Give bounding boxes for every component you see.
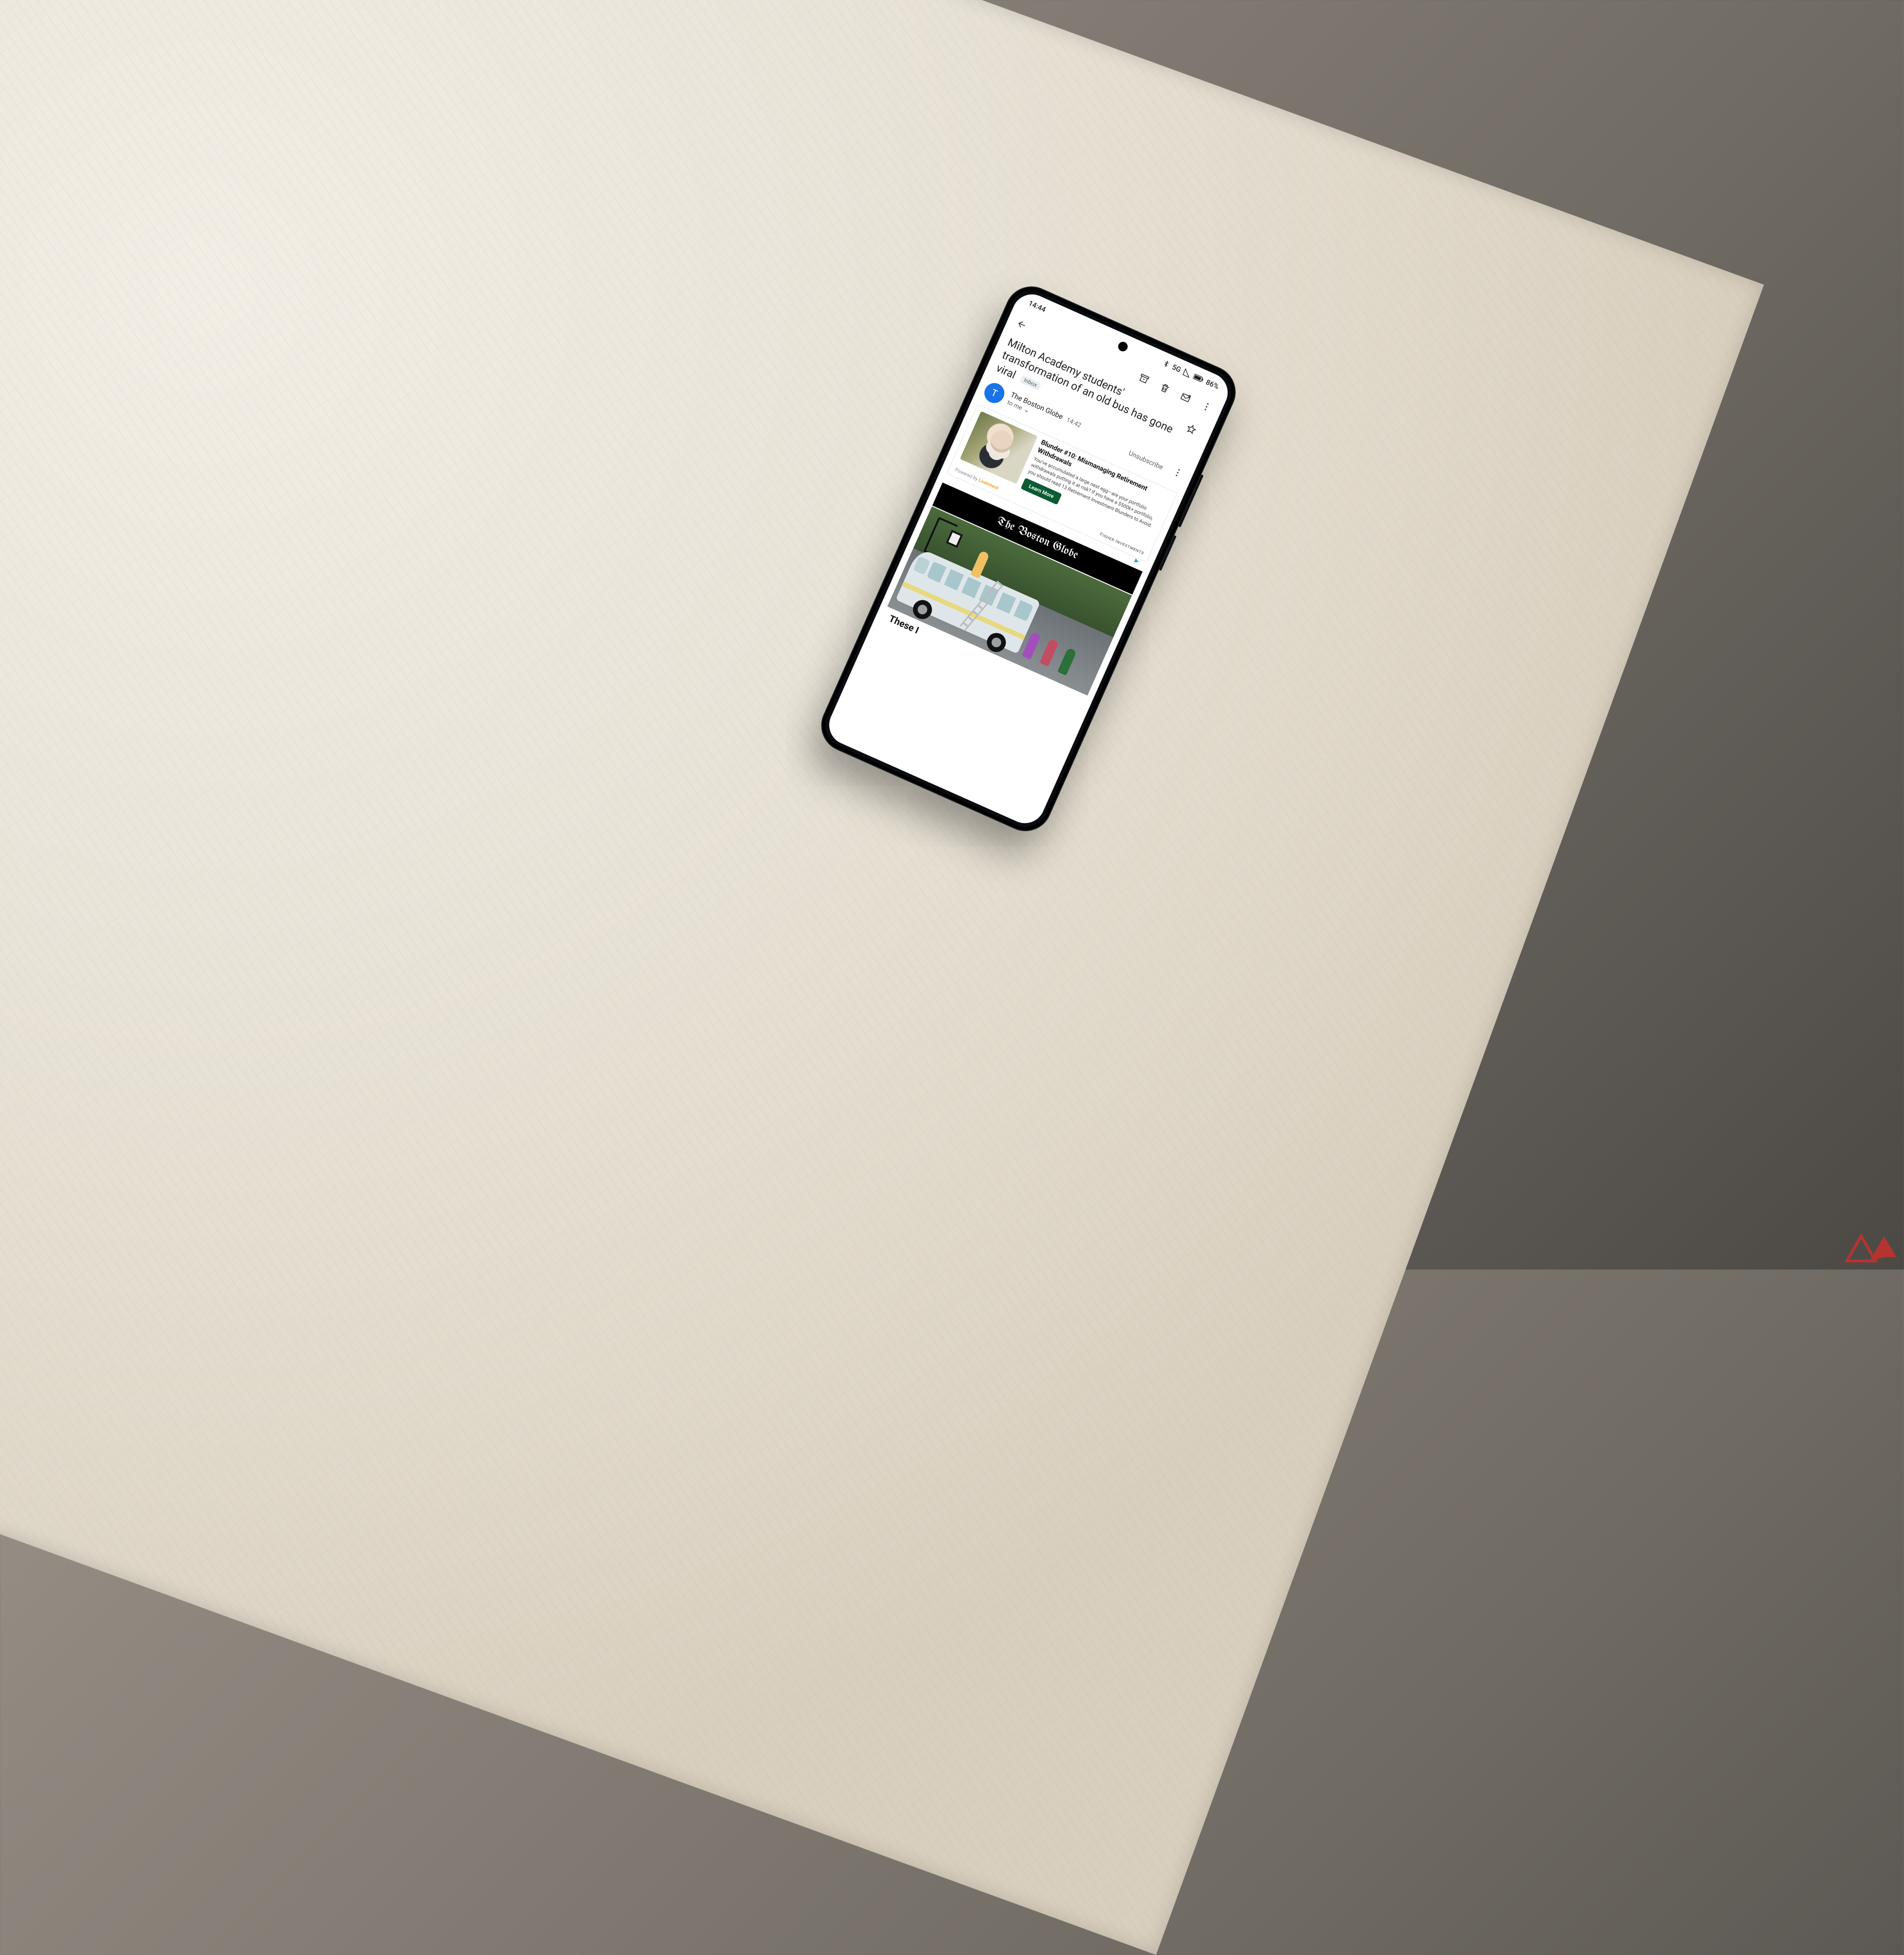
- battery-percent: 86%: [1204, 377, 1220, 391]
- chevron-down-icon: [1022, 407, 1031, 415]
- star-button[interactable]: [1178, 415, 1205, 443]
- sender-avatar[interactable]: T: [981, 380, 1007, 406]
- bluetooth-icon: [1162, 359, 1170, 368]
- network-label: 5G: [1170, 363, 1182, 374]
- signal-icon: [1182, 368, 1192, 378]
- battery-icon: [1192, 373, 1205, 383]
- sender-more-button[interactable]: [1167, 462, 1189, 484]
- background-table: [0, 0, 1764, 1955]
- status-time: 14:44: [1027, 298, 1047, 314]
- site-watermark: [1845, 1233, 1897, 1265]
